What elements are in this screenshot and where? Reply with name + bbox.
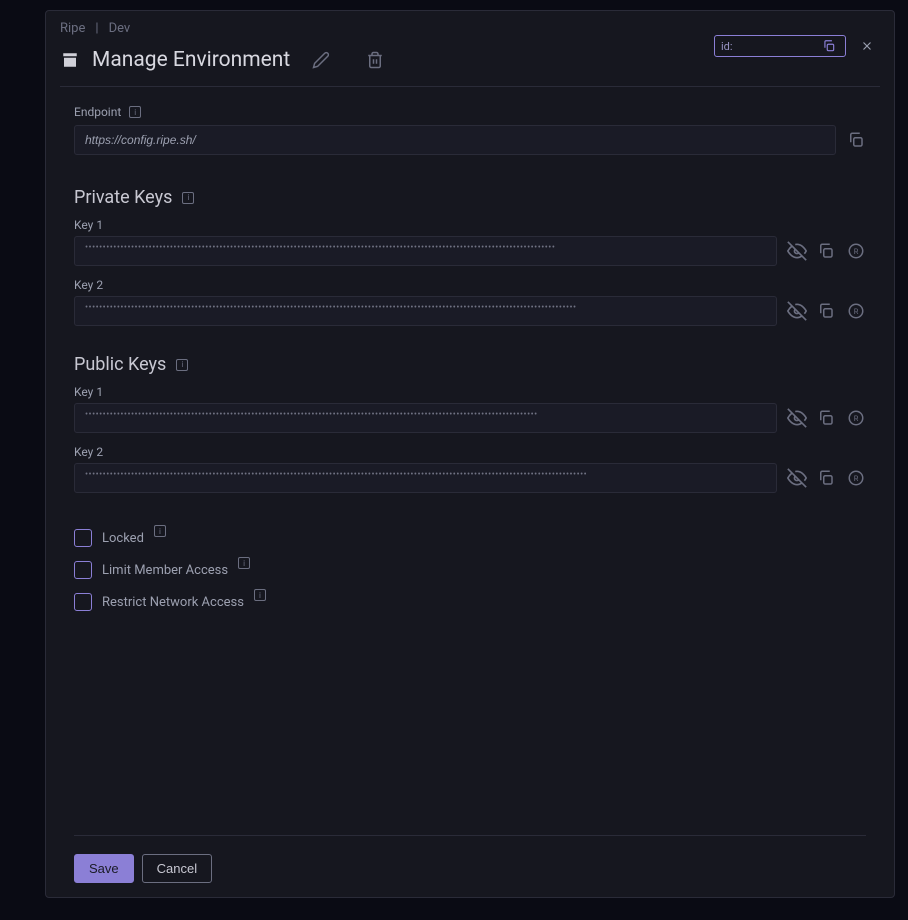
copy-icon[interactable]: [817, 468, 837, 488]
eye-off-icon[interactable]: [787, 468, 807, 488]
breadcrumb: Ripe | Dev: [46, 11, 894, 36]
footer-divider: [74, 835, 866, 836]
archive-icon: [60, 50, 80, 70]
limit-member-info-icon[interactable]: i: [238, 557, 250, 569]
regenerate-icon[interactable]: R: [846, 241, 866, 261]
private-key1-input[interactable]: ••••••••••••••••••••••••••••••••••••••••…: [74, 236, 777, 266]
endpoint-info-icon[interactable]: i: [129, 106, 141, 118]
edit-icon[interactable]: [310, 49, 332, 71]
private-key1-label: Key 1: [74, 218, 866, 232]
eye-off-icon[interactable]: [787, 301, 807, 321]
copy-icon[interactable]: [817, 301, 837, 321]
breadcrumb-sep: |: [95, 21, 98, 36]
breadcrumb-org[interactable]: Ripe: [60, 21, 85, 36]
private-key2-input[interactable]: ••••••••••••••••••••••••••••••••••••••••…: [74, 296, 777, 326]
limit-member-checkbox[interactable]: [74, 561, 92, 579]
id-badge: id:: [714, 35, 846, 57]
endpoint-input[interactable]: [74, 125, 836, 155]
private-key2-label: Key 2: [74, 278, 866, 292]
restrict-network-checkbox[interactable]: [74, 593, 92, 611]
save-button[interactable]: Save: [74, 854, 134, 883]
id-prefix: id:: [721, 40, 733, 53]
public-keys-title: Public Keys: [74, 354, 166, 375]
copy-icon[interactable]: [817, 408, 837, 428]
locked-info-icon[interactable]: i: [154, 525, 166, 537]
svg-text:R: R: [854, 474, 859, 483]
manage-environment-modal: Ripe | Dev id: Manage Environment E: [45, 10, 895, 898]
svg-text:R: R: [854, 247, 859, 256]
restrict-network-label: Restrict Network Access: [102, 595, 244, 610]
private-keys-info-icon[interactable]: i: [182, 192, 194, 204]
svg-text:R: R: [854, 307, 859, 316]
page-title: Manage Environment: [92, 48, 290, 72]
copy-id-icon[interactable]: [819, 36, 839, 56]
copy-icon[interactable]: [817, 241, 837, 261]
cancel-button[interactable]: Cancel: [142, 854, 212, 883]
public-key2-input[interactable]: ••••••••••••••••••••••••••••••••••••••••…: [74, 463, 777, 493]
regenerate-icon[interactable]: R: [846, 301, 866, 321]
private-keys-title: Private Keys: [74, 187, 172, 208]
endpoint-label: Endpoint: [74, 105, 121, 119]
restrict-network-info-icon[interactable]: i: [254, 589, 266, 601]
public-keys-info-icon[interactable]: i: [176, 359, 188, 371]
public-key2-label: Key 2: [74, 445, 866, 459]
breadcrumb-env[interactable]: Dev: [109, 21, 131, 36]
copy-endpoint-icon[interactable]: [846, 130, 866, 150]
locked-label: Locked: [102, 531, 144, 546]
regenerate-icon[interactable]: R: [846, 408, 866, 428]
content: Endpoint i Private Keys i Key 1 ••••••••…: [46, 87, 894, 897]
eye-off-icon[interactable]: [787, 241, 807, 261]
regenerate-icon[interactable]: R: [846, 468, 866, 488]
svg-text:R: R: [854, 414, 859, 423]
public-key1-label: Key 1: [74, 385, 866, 399]
locked-checkbox[interactable]: [74, 529, 92, 547]
public-key1-input[interactable]: ••••••••••••••••••••••••••••••••••••••••…: [74, 403, 777, 433]
limit-member-label: Limit Member Access: [102, 563, 228, 578]
eye-off-icon[interactable]: [787, 408, 807, 428]
id-group: id:: [714, 35, 846, 57]
trash-icon[interactable]: [364, 49, 386, 71]
footer: Save Cancel: [74, 854, 866, 883]
close-button[interactable]: [856, 35, 878, 57]
